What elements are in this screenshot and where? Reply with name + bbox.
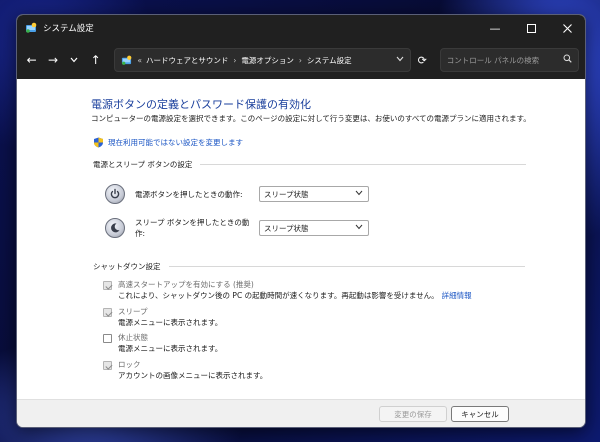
lock-option: ロック アカウントの画像メニューに表示されます。 [103, 360, 267, 381]
maximize-button[interactable] [513, 15, 549, 41]
chevron-down-icon [70, 57, 78, 63]
control-panel-icon [26, 22, 37, 33]
section-divider [200, 164, 527, 165]
close-icon [562, 23, 572, 33]
control-panel-icon [122, 55, 132, 65]
arrow-up-icon: ↑ [90, 53, 101, 67]
arrow-right-icon: → [47, 53, 59, 67]
window-chrome: システム設定 — ← → ↑ « ハードウェアとサウンド › 電源オプション ›… [17, 15, 585, 79]
fast-startup-description: これにより、シャットダウン後の PC の起動時間が速くなります。再起動は影響を受… [118, 290, 472, 301]
dialog-footer: 変更の保存 キャンセル [17, 399, 585, 427]
minimize-button[interactable]: — [477, 15, 513, 41]
window-title: システム設定 [43, 24, 94, 34]
chevron-down-icon [355, 189, 363, 198]
sleep-label: スリープ [118, 307, 148, 316]
address-bar[interactable]: « ハードウェアとサウンド › 電源オプション › システム設定 [114, 48, 411, 72]
power-button-action-select[interactable]: スリープ状態 [259, 186, 369, 202]
fast-startup-description-text: これにより、シャットダウン後の PC の起動時間が速くなります。再起動は影響を受… [118, 291, 439, 300]
more-info-link[interactable]: 詳細情報 [442, 291, 472, 300]
sleep-option: スリープ 電源メニューに表示されます。 [103, 307, 222, 328]
power-button-icon [105, 184, 125, 204]
sleep-button-action-select[interactable]: スリープ状態 [259, 220, 369, 236]
system-settings-window: システム設定 — ← → ↑ « ハードウェアとサウンド › 電源オプション ›… [16, 14, 586, 428]
up-button[interactable]: ↑ [87, 50, 104, 70]
hibernate-checkbox[interactable] [103, 334, 112, 343]
maximize-icon [526, 23, 536, 33]
recent-locations-button[interactable] [66, 50, 83, 70]
sleep-button-row: スリープ ボタンを押したときの動作: スリープ状態 [105, 217, 369, 239]
save-changes-button[interactable]: 変更の保存 [379, 406, 447, 422]
breadcrumb-power-options[interactable]: 電源オプション [241, 55, 294, 66]
fast-startup-checkbox[interactable] [103, 281, 112, 290]
window-controls: — [477, 15, 585, 41]
chevron-down-icon [396, 56, 404, 62]
sleep-checkbox[interactable] [103, 308, 112, 317]
breadcrumb-hardware-sound[interactable]: ハードウェアとサウンド [146, 55, 228, 66]
fast-startup-label: 高速スタートアップを有効にする (推奨) [118, 280, 254, 289]
content-area: 電源ボタンの定義とパスワード保護の有効化 コンピューターの電源設定を選択できます… [17, 79, 585, 399]
power-button-action-label: 電源ボタンを押したときの動作: [135, 189, 243, 199]
breadcrumb-prefix[interactable]: « [137, 56, 142, 65]
chevron-down-icon [355, 223, 363, 232]
sleep-button-action-value: スリープ状態 [264, 223, 309, 233]
title-bar[interactable]: システム設定 — [17, 15, 585, 41]
page-description: コンピューターの電源設定を選択できます。このページの設定に対して行う変更は、お使… [91, 114, 531, 123]
change-settings-row: 現在利用可能ではない設定を変更します [93, 137, 243, 148]
arrow-left-icon: ← [26, 53, 37, 67]
hibernate-description: 電源メニューに表示されます。 [118, 344, 223, 353]
change-unavailable-settings-link[interactable]: 現在利用可能ではない設定を変更します [108, 137, 243, 148]
power-button-action-value: スリープ状態 [264, 189, 309, 199]
sleep-description: 電源メニューに表示されます。 [118, 318, 223, 327]
cancel-button[interactable]: キャンセル [451, 406, 509, 422]
page-title: 電源ボタンの定義とパスワード保護の有効化 [91, 98, 311, 111]
minimize-icon: — [489, 21, 501, 35]
power-buttons-section-header: 電源とスリープ ボタンの設定 [93, 159, 527, 170]
power-button-row: 電源ボタンを押したときの動作: スリープ状態 [105, 184, 369, 204]
search-icon [563, 54, 572, 66]
navigation-bar: ← → ↑ « ハードウェアとサウンド › 電源オプション › システム設定 ⟳… [17, 41, 585, 79]
chevron-right-icon[interactable]: › [233, 56, 236, 65]
breadcrumb-system-settings[interactable]: システム設定 [307, 55, 352, 66]
fast-startup-option: 高速スタートアップを有効にする (推奨) これにより、シャットダウン後の PC … [103, 280, 472, 301]
search-box[interactable] [439, 48, 580, 72]
hibernate-option: 休止状態 電源メニューに表示されます。 [103, 333, 222, 354]
shutdown-section-header: シャットダウン設定 [93, 261, 525, 272]
back-button[interactable]: ← [23, 50, 40, 70]
power-buttons-section-title: 電源とスリープ ボタンの設定 [93, 160, 193, 169]
uac-shield-icon [94, 137, 103, 148]
sleep-button-action-label: スリープ ボタンを押したときの動作: [135, 218, 250, 238]
shutdown-section-title: シャットダウン設定 [93, 262, 161, 271]
address-history-button[interactable] [396, 55, 404, 64]
chevron-right-icon[interactable]: › [299, 56, 302, 65]
close-button[interactable] [549, 15, 585, 41]
section-divider [168, 266, 525, 267]
search-input[interactable] [446, 55, 562, 65]
sleep-button-icon [105, 218, 125, 238]
refresh-icon: ⟳ [417, 53, 427, 67]
hibernate-label: 休止状態 [118, 333, 148, 342]
lock-checkbox[interactable] [103, 361, 112, 370]
lock-description: アカウントの画像メニューに表示されます。 [118, 371, 268, 380]
forward-button[interactable]: → [44, 50, 61, 70]
lock-label: ロック [118, 360, 141, 369]
refresh-button[interactable]: ⟳ [411, 48, 434, 72]
